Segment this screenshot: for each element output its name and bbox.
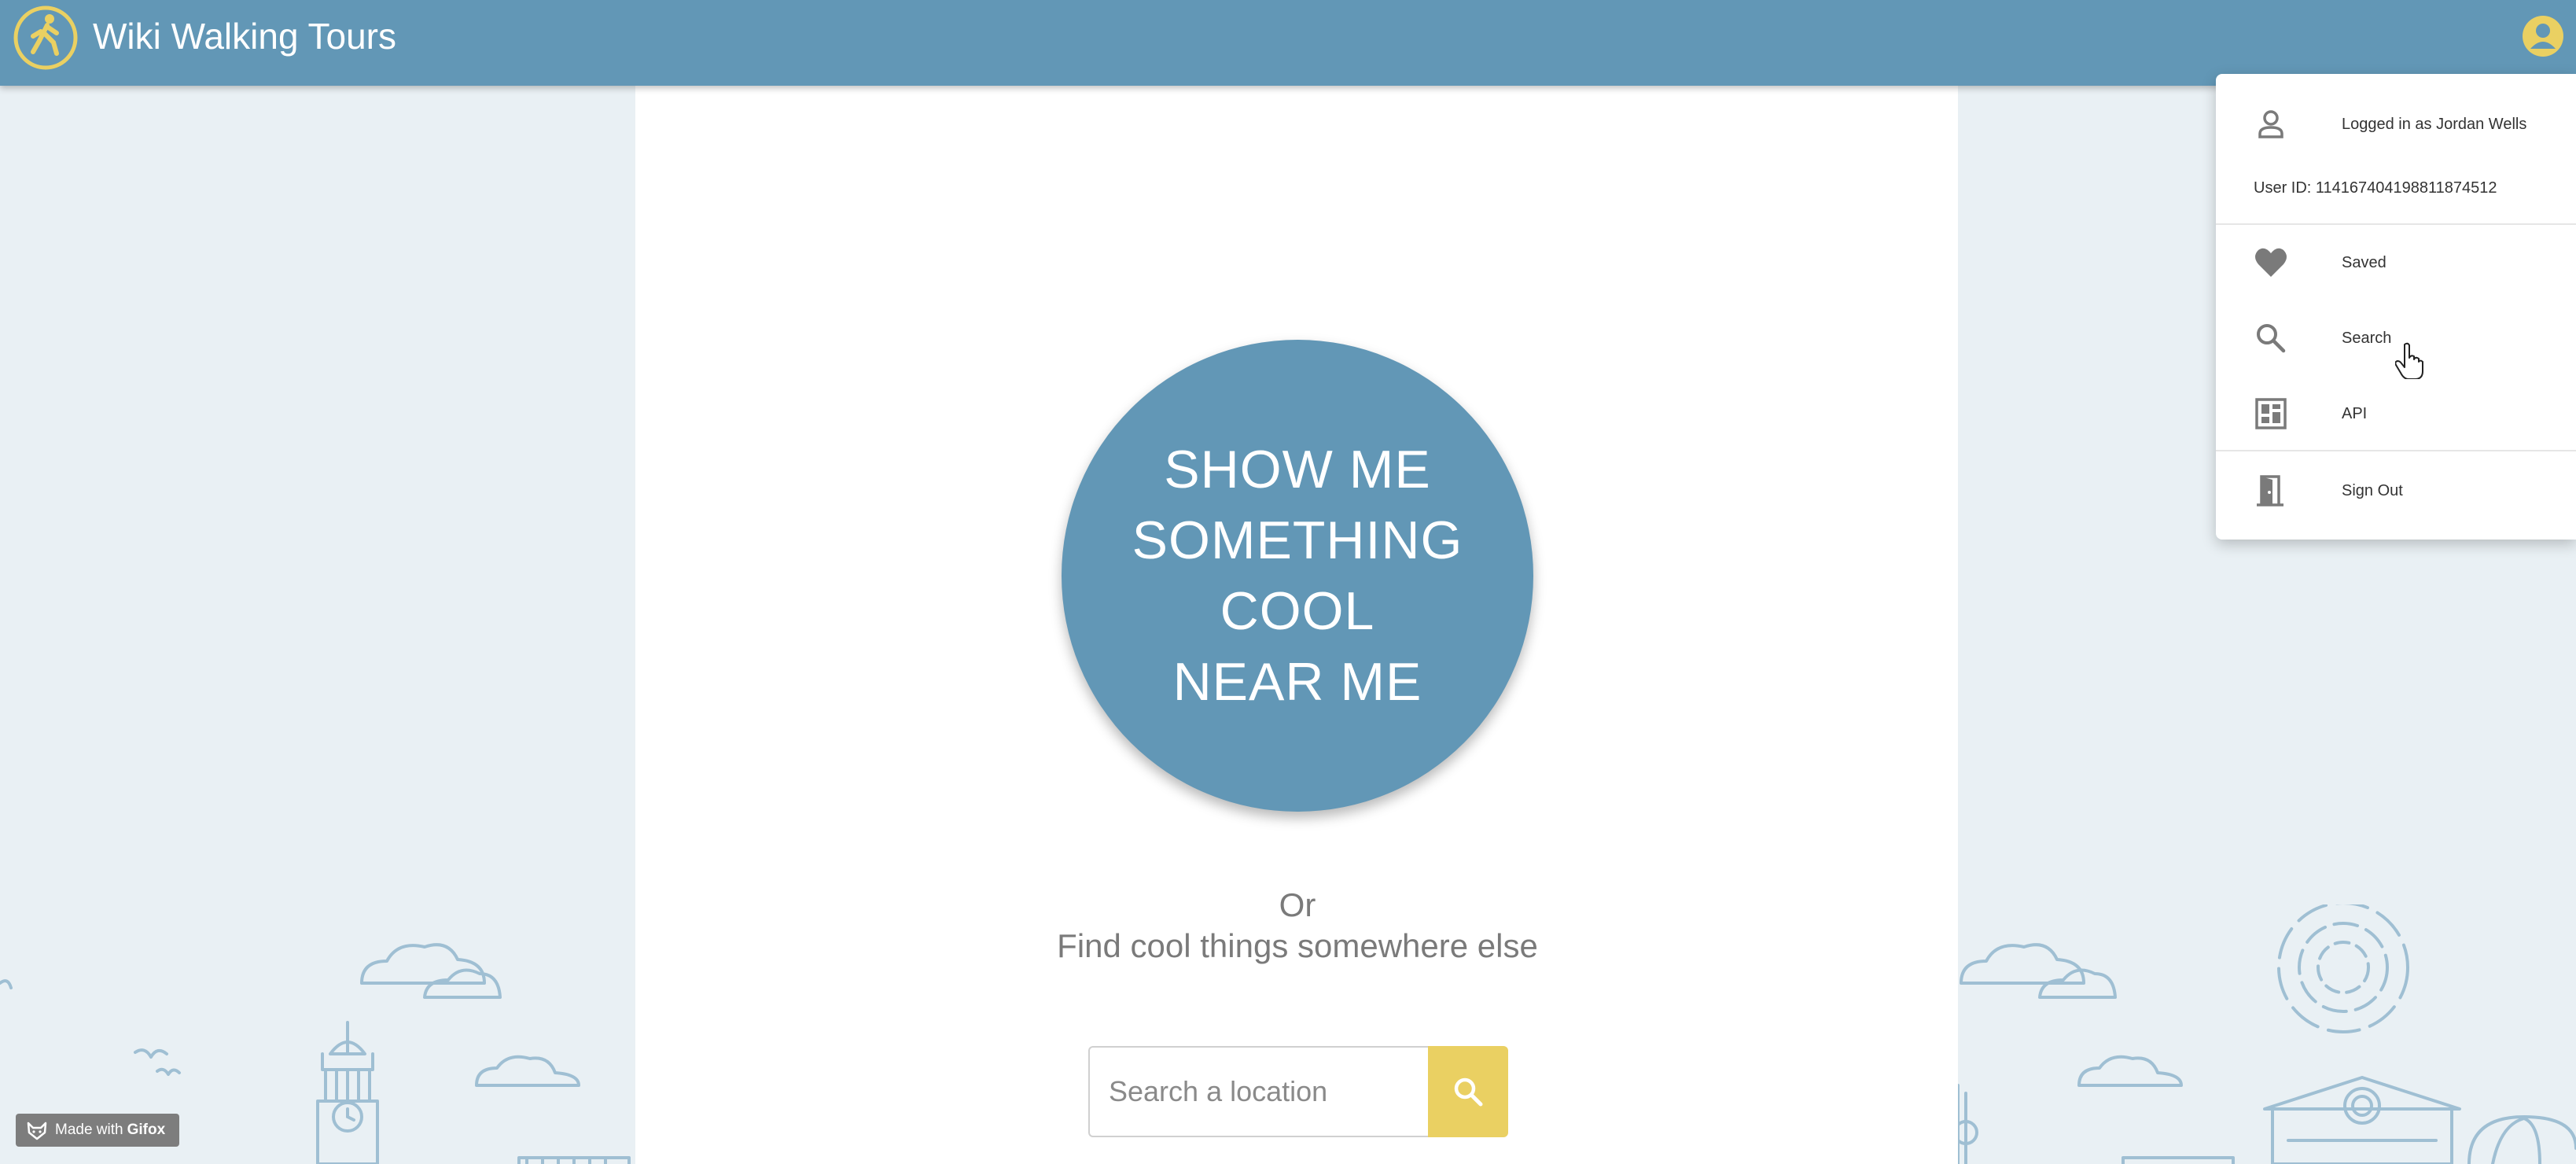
show-me-something-cool-button[interactable]: SHOW ME SOMETHING COOL NEAR ME: [1062, 340, 1533, 812]
menu-divider: [2216, 223, 2576, 225]
menu-item-label: Saved: [2342, 254, 2386, 271]
top-app-bar: Wiki Walking Tours: [0, 0, 2576, 86]
door-exit-icon: [2257, 475, 2283, 506]
cta-line: NEAR ME: [1172, 652, 1422, 712]
api-dashboard-icon: [2255, 398, 2287, 429]
cta-line: COOL: [1220, 581, 1375, 641]
cta-line: SOMETHING: [1132, 510, 1463, 570]
search-icon: [1454, 1077, 1483, 1107]
walking-person-icon[interactable]: [13, 5, 79, 71]
person-icon: [2258, 110, 2283, 138]
or-divider-text: Or: [1279, 886, 1316, 923]
logged-in-row: Logged in as Jordan Wells: [2216, 93, 2576, 156]
logged-in-label: Logged in as Jordan Wells: [2342, 116, 2527, 133]
menu-item-label: API: [2342, 405, 2368, 422]
account-circle-icon[interactable]: [2521, 14, 2565, 58]
cta-line: SHOW ME: [1164, 440, 1431, 499]
location-search-input[interactable]: [1088, 1046, 1428, 1137]
menu-item-saved[interactable]: Saved: [2216, 231, 2576, 294]
user-id-label: User ID: 114167404198811874512: [2254, 179, 2497, 197]
find-elsewhere-text: Find cool things somewhere else: [1057, 927, 1538, 964]
heart-icon: [2255, 248, 2287, 277]
made-with-gifox-badge: Made with Gifox: [16, 1114, 179, 1147]
menu-item-api[interactable]: API: [2216, 382, 2576, 445]
badge-brand: Gifox: [127, 1122, 166, 1138]
sign-out-label: Sign Out: [2342, 482, 2403, 499]
fox-icon: [27, 1122, 47, 1140]
search-icon: [2257, 324, 2286, 353]
menu-item-sign-out[interactable]: Sign Out: [2216, 459, 2576, 522]
search-submit-button[interactable]: [1428, 1046, 1508, 1137]
app-title: Wiki Walking Tours: [93, 16, 396, 57]
badge-prefix: Made with: [55, 1122, 123, 1138]
cloud-icon: [360, 943, 486, 985]
hand-cursor-icon: [2395, 342, 2423, 379]
menu-item-label: Search: [2342, 330, 2392, 347]
menu-divider: [2216, 450, 2576, 451]
user-menu: Logged in as Jordan Wells User ID: 11416…: [2216, 74, 2576, 540]
